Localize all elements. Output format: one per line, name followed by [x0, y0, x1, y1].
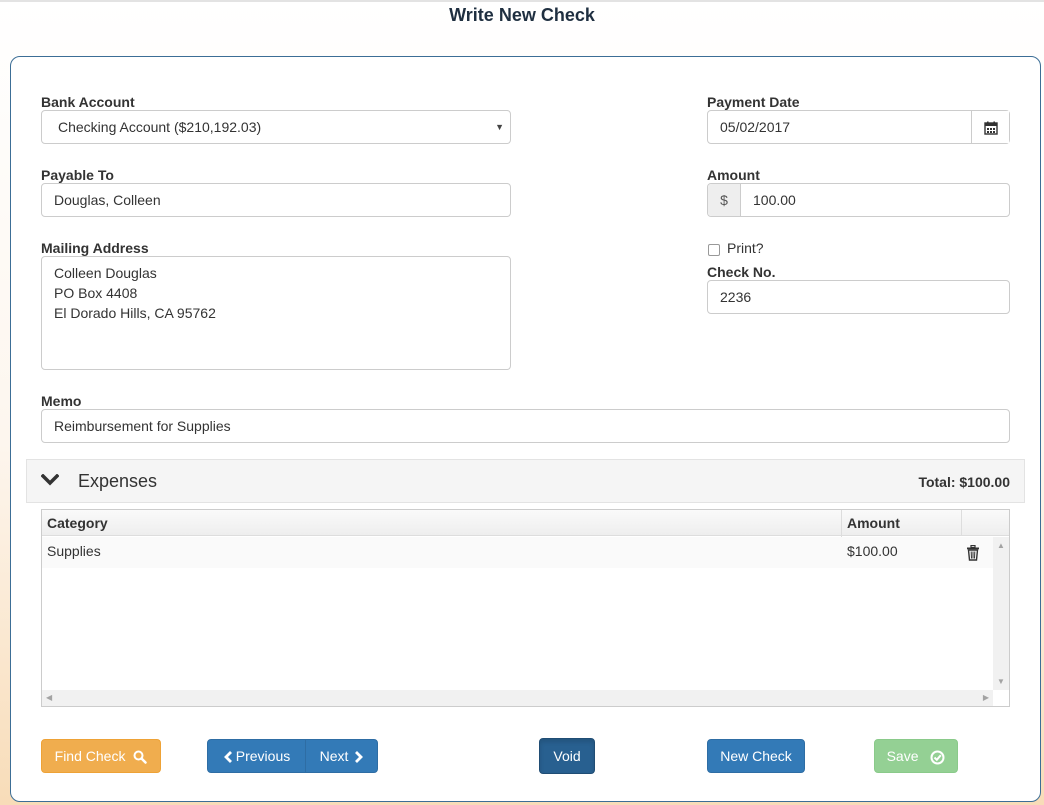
chevron-right-icon [355, 751, 364, 764]
search-icon [133, 750, 148, 765]
column-header-amount[interactable]: Amount [842, 510, 961, 536]
grid-header: Category Amount [42, 510, 1009, 536]
address-line: PO Box 4408 [54, 285, 138, 301]
memo-input[interactable]: Reimbursement for Supplies [41, 409, 1010, 443]
new-check-label: New Check [720, 748, 792, 764]
payable-to-input[interactable]: Douglas, Colleen [41, 183, 511, 217]
print-checkbox[interactable] [708, 244, 720, 256]
expenses-total: Total: $100.00 [918, 474, 1010, 490]
amount-input[interactable]: $ 100.00 [707, 183, 1010, 217]
page-title: Write New Check [449, 5, 595, 25]
previous-button[interactable]: Previous [208, 740, 306, 772]
check-no-value: 2236 [720, 289, 752, 305]
chevron-down-icon[interactable] [41, 474, 59, 487]
expenses-section-header[interactable]: Expenses Total: $100.00 [26, 459, 1025, 503]
check-no-input[interactable]: 2236 [707, 280, 1010, 314]
save-label: Save [886, 748, 919, 764]
amount-label: Amount [707, 167, 760, 183]
payable-to-value: Douglas, Colleen [54, 192, 161, 208]
scroll-left-icon[interactable]: ◀ [46, 693, 52, 702]
calendar-icon [983, 121, 998, 135]
print-checkbox-label: Print? [727, 240, 764, 256]
next-button[interactable]: Next [306, 740, 377, 772]
horizontal-scrollbar[interactable]: ◀ ▶ [42, 690, 993, 706]
vertical-scrollbar[interactable]: ▲ ▼ [993, 537, 1009, 690]
payable-to-label: Payable To [41, 167, 114, 183]
scroll-right-icon[interactable]: ▶ [983, 693, 989, 702]
void-label: Void [553, 748, 581, 764]
top-border [0, 0, 1044, 2]
column-divider [961, 510, 962, 536]
bank-account-select[interactable]: Checking Account ($210,192.03) ▼ [41, 110, 511, 144]
previous-label: Previous [235, 748, 291, 764]
next-label: Next [319, 748, 349, 764]
bank-account-label: Bank Account [41, 94, 135, 110]
address-line: El Dorado Hills, CA 95762 [54, 305, 216, 321]
payment-date-label: Payment Date [707, 94, 800, 110]
save-button[interactable]: Save [874, 739, 958, 773]
new-check-button[interactable]: New Check [707, 739, 805, 773]
memo-value: Reimbursement for Supplies [54, 418, 231, 434]
void-button[interactable]: Void [539, 738, 595, 774]
trash-icon [967, 545, 979, 561]
amount-cell[interactable]: $100.00 [842, 537, 961, 568]
find-check-button[interactable]: Find Check [41, 739, 161, 773]
expenses-grid: Category Amount Supplies $100.00 ▲ ▼ ◀ ▶ [41, 509, 1010, 707]
scroll-down-icon[interactable]: ▼ [997, 677, 1005, 686]
calendar-button[interactable] [971, 111, 1009, 143]
scroll-up-icon[interactable]: ▲ [997, 541, 1005, 550]
currency-addon: $ [708, 184, 741, 216]
address-line: Colleen Douglas [54, 265, 157, 281]
table-row[interactable]: Supplies $100.00 [42, 537, 993, 568]
check-no-label: Check No. [707, 264, 776, 280]
mailing-address-textarea[interactable]: Colleen Douglas PO Box 4408 El Dorado Hi… [41, 256, 511, 370]
bank-account-value: Checking Account ($210,192.03) [58, 119, 262, 135]
amount-value: 100.00 [753, 192, 796, 208]
payment-date-input[interactable]: 05/02/2017 [707, 110, 1010, 144]
chevron-left-icon [223, 751, 232, 764]
column-header-category[interactable]: Category [42, 510, 841, 536]
category-cell[interactable]: Supplies [42, 537, 841, 568]
prev-next-button-group: Previous Next [207, 739, 378, 773]
payment-date-value: 05/02/2017 [720, 119, 791, 135]
dropdown-caret-icon: ▼ [495, 122, 504, 132]
expenses-title: Expenses [78, 471, 158, 491]
memo-label: Memo [41, 393, 82, 409]
find-check-label: Find Check [54, 748, 126, 764]
mailing-address-label: Mailing Address [41, 240, 149, 256]
check-circle-icon [930, 750, 945, 765]
check-form-panel: Bank Account Checking Account ($210,192.… [10, 56, 1041, 802]
delete-row-button[interactable] [966, 544, 980, 561]
